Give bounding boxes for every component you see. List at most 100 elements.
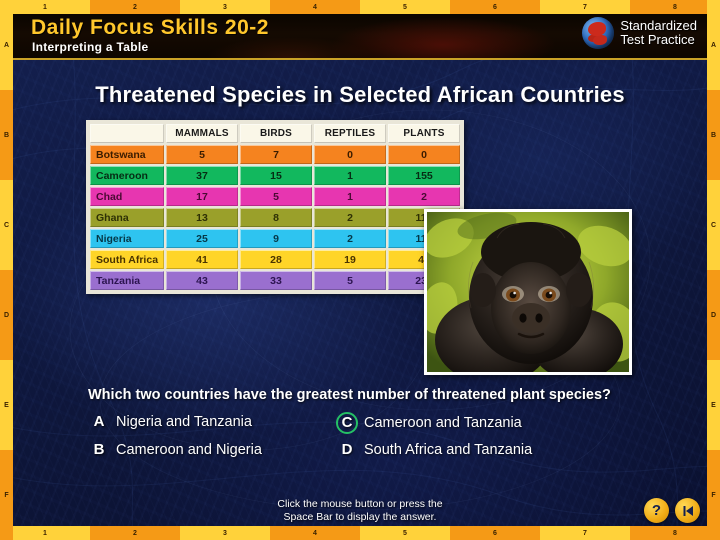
navigation-buttons: ? — [644, 498, 700, 523]
logo-line-1: Standardized — [620, 18, 697, 33]
page-title: Daily Focus Skills 20-2 — [31, 16, 269, 39]
table-cell: 5 — [240, 187, 312, 206]
table-header-row: MAMMALS BIRDS REPTILES PLANTS — [90, 124, 460, 143]
ruler-tick-B: B — [0, 90, 13, 180]
table-cell: 2 — [314, 229, 386, 248]
ruler-tick-D: D — [707, 270, 720, 360]
choice-letter-c: C — [336, 412, 358, 434]
ruler-tick-D: D — [0, 270, 13, 360]
table-cell: 25 — [166, 229, 238, 248]
answer-choice-c[interactable]: C Cameroon and Tanzania — [336, 412, 522, 434]
answer-choice-a[interactable]: A Nigeria and Tanzania — [88, 413, 252, 430]
ruler-right: ABCDEF — [707, 0, 720, 540]
table-cell: 33 — [240, 271, 312, 290]
ruler-bottom: 12345678 — [0, 526, 720, 540]
table-row: Nigeria2592119 — [90, 229, 460, 248]
footer-instruction-line-1: Click the mouse button or press the — [277, 498, 443, 510]
table-column-header: REPTILES — [314, 124, 386, 143]
ruler-tick-4: 4 — [270, 0, 360, 14]
table-column-header: PLANTS — [388, 124, 460, 143]
choice-letter-a: A — [93, 413, 105, 430]
table-row-label: Botswana — [90, 145, 164, 164]
table-cell: 5 — [166, 145, 238, 164]
ruler-tick-1: 1 — [0, 0, 90, 14]
ruler-tick-5: 5 — [360, 0, 450, 14]
ruler-left: ABCDEF — [0, 0, 13, 540]
table-row-label: Tanzania — [90, 271, 164, 290]
ruler-tick-F: F — [0, 450, 13, 540]
table-cell: 5 — [314, 271, 386, 290]
ruler-tick-6: 6 — [450, 526, 540, 540]
ruler-tick-3: 3 — [180, 526, 270, 540]
choice-letter-b: B — [93, 441, 105, 458]
table-cell: 15 — [240, 166, 312, 185]
table-row: South Africa41281945 — [90, 250, 460, 269]
table-row: Tanzania43335236 — [90, 271, 460, 290]
table-column-header: MAMMALS — [166, 124, 238, 143]
table-cell: 41 — [166, 250, 238, 269]
previous-slide-glyph — [683, 505, 693, 516]
ruler-tick-B: B — [707, 90, 720, 180]
choice-letter-d: D — [341, 441, 353, 458]
table-cell: 2 — [388, 187, 460, 206]
ruler-tick-E: E — [707, 360, 720, 450]
threatened-species-table: MAMMALS BIRDS REPTILES PLANTS Botswana 5 7 0 0 C… — [86, 120, 464, 294]
choice-text-c: Cameroon and Tanzania — [364, 415, 522, 431]
logo-text-block: Standardized Test Practice — [620, 19, 697, 47]
ruler-tick-3: 3 — [180, 0, 270, 14]
table-cell: 37 — [166, 166, 238, 185]
table-cell: 9 — [240, 229, 312, 248]
choice-text-b: Cameroon and Nigeria — [116, 441, 262, 458]
answer-choice-d[interactable]: D South Africa and Tanzania — [336, 441, 533, 458]
ruler-tick-E: E — [0, 360, 13, 450]
globe-icon — [582, 17, 615, 49]
table-cell: 0 — [388, 145, 460, 164]
ruler-tick-4: 4 — [270, 526, 360, 540]
ruler-tick-1: 1 — [0, 526, 90, 540]
table-cell: 0 — [314, 145, 386, 164]
table-body: Botswana 5 7 0 0 Cameroon 37 15 1 155 Chad 17 5 1 2 Gha… — [90, 145, 460, 290]
chart-title: Threatened Species in Selected African C… — [95, 82, 625, 107]
ruler-tick-A: A — [707, 0, 720, 90]
table-row: Botswana 5 7 0 0 — [90, 145, 460, 164]
help-glyph: ? — [651, 502, 662, 519]
ruler-tick-C: C — [707, 180, 720, 270]
choice-text-d: South Africa and Tanzania — [364, 441, 533, 458]
page-subtitle: Interpreting a Table — [32, 40, 149, 54]
table-cell: 13 — [166, 208, 238, 227]
ruler-tick-A: A — [0, 0, 13, 90]
table-cell: 7 — [240, 145, 312, 164]
table-cell: 1 — [314, 187, 386, 206]
table-row: Ghana1382115 — [90, 208, 460, 227]
table-cell: 2 — [314, 208, 386, 227]
table-cell: 28 — [240, 250, 312, 269]
table-cell: 1 — [314, 166, 386, 185]
ruler-tick-2: 2 — [90, 0, 180, 14]
table-row-label: Cameroon — [90, 166, 164, 185]
table-cell: 155 — [388, 166, 460, 185]
table-row-label: Nigeria — [90, 229, 164, 248]
table-row: Cameroon 37 15 1 155 — [90, 166, 460, 185]
ruler-tick-C: C — [0, 180, 13, 270]
logo-line-2: Test Practice — [620, 32, 695, 47]
table-cell: 8 — [240, 208, 312, 227]
question-prompt: Which two countries have the greatest nu… — [88, 387, 611, 403]
choice-text-a: Nigeria and Tanzania — [116, 413, 252, 430]
ruler-tick-F: F — [707, 450, 720, 540]
table-header: MAMMALS BIRDS REPTILES PLANTS — [90, 124, 460, 143]
ruler-tick-2: 2 — [90, 526, 180, 540]
answer-choice-b[interactable]: B Cameroon and Nigeria — [88, 441, 262, 458]
table-cell: 43 — [166, 271, 238, 290]
header-bar: Daily Focus Skills 20-2 Interpreting a T… — [13, 14, 707, 60]
table-corner-cell — [90, 124, 164, 143]
help-icon[interactable]: ? — [644, 498, 669, 523]
table-cell: 17 — [166, 187, 238, 206]
standardized-test-practice-logo: Standardized Test Practice — [582, 17, 697, 49]
previous-slide-icon[interactable] — [675, 498, 700, 523]
table-column-header: BIRDS — [240, 124, 312, 143]
gorilla-photo — [424, 209, 632, 375]
ruler-top: 12345678 — [0, 0, 720, 14]
ruler-tick-5: 5 — [360, 526, 450, 540]
footer-instruction: Click the mouse button or press the Spac… — [0, 498, 720, 524]
ruler-tick-6: 6 — [450, 0, 540, 14]
